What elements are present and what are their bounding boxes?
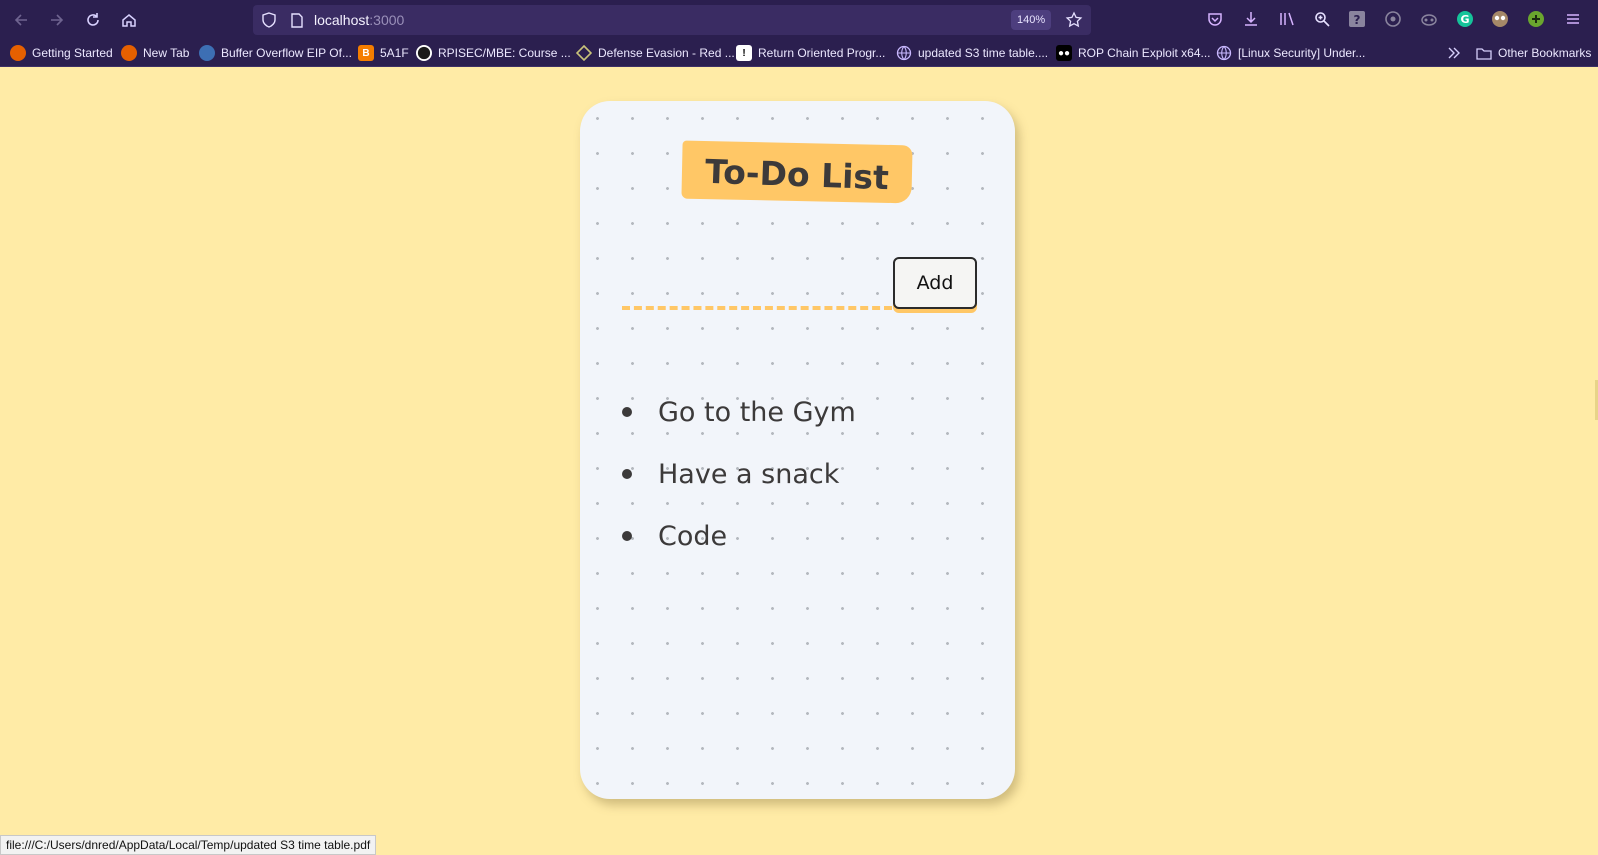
reload-icon[interactable] — [79, 6, 107, 34]
bookmark-label: [Linux Security] Under... — [1238, 46, 1366, 60]
menu-icon[interactable] — [1563, 9, 1583, 29]
bookmark-label: New Tab — [143, 46, 190, 60]
list-item[interactable]: Code — [620, 505, 980, 567]
bookmark-5a1f[interactable]: B 5A1F — [358, 43, 409, 63]
bookmark-buffer-overflow[interactable]: Buffer Overflow EIP Of... — [199, 43, 352, 63]
bookmark-updated-s3[interactable]: updated S3 time table.... — [896, 43, 1048, 63]
bookmark-label: Getting Started — [32, 46, 113, 60]
url-text[interactable]: localhost:3000 — [314, 11, 404, 29]
help-icon[interactable]: ? — [1347, 9, 1367, 29]
back-icon[interactable] — [7, 6, 35, 34]
bookmark-label: updated S3 time table.... — [918, 46, 1049, 60]
shield-icon[interactable] — [261, 12, 277, 28]
globe-icon — [1216, 45, 1232, 61]
todo-item-text: Have a snack — [658, 458, 840, 490]
folder-icon — [1476, 45, 1492, 61]
home-icon[interactable] — [115, 6, 143, 34]
forward-icon[interactable] — [43, 6, 71, 34]
url-bar[interactable]: localhost:3000 140% — [253, 5, 1091, 35]
bookmark-linux-security[interactable]: [Linux Security] Under... — [1216, 43, 1365, 63]
svg-text:?: ? — [1354, 13, 1361, 27]
other-bookmarks-label: Other Bookmarks — [1498, 46, 1592, 60]
bullet-icon — [622, 531, 632, 541]
extension-icon[interactable] — [1383, 9, 1403, 29]
bullet-icon — [622, 469, 632, 479]
list-item[interactable]: Have a snack — [620, 443, 980, 505]
todo-list: Go to the Gym Have a snack Code — [620, 381, 980, 567]
todo-item-text: Go to the Gym — [658, 396, 856, 428]
bookmark-label: Defense Evasion - Red ... — [598, 46, 735, 60]
bookmark-label: ROP Chain Exploit x64... — [1078, 46, 1211, 60]
bookmarks-bar: Getting Started New Tab Buffer Overflow … — [0, 39, 1598, 67]
bookmark-defense-evasion[interactable]: Defense Evasion - Red ... — [576, 43, 735, 63]
site-icon — [199, 45, 215, 61]
blogger-icon: B — [358, 45, 374, 61]
library-icon[interactable] — [1277, 9, 1297, 29]
svg-text:G: G — [1460, 13, 1469, 26]
globe-icon — [896, 45, 912, 61]
github-icon — [416, 45, 432, 61]
firefox-icon — [121, 45, 137, 61]
other-bookmarks[interactable]: Other Bookmarks — [1476, 43, 1591, 63]
page-icon — [291, 13, 303, 28]
extension-icon[interactable] — [1490, 9, 1510, 29]
page-title: To-Do List — [704, 151, 890, 197]
download-icon[interactable] — [1241, 9, 1261, 29]
firefox-icon — [10, 45, 26, 61]
bookmarks-overflow-chevron[interactable] — [1446, 43, 1462, 63]
extension-icon[interactable] — [1526, 9, 1546, 29]
zoom-icon[interactable] — [1312, 9, 1332, 29]
zoom-level-badge[interactable]: 140% — [1011, 10, 1052, 30]
status-bar: file:///C:/Users/dnred/AppData/Local/Tem… — [0, 835, 377, 855]
site-icon: ! — [736, 45, 752, 61]
todo-card: To-Do List Add Go to the Gym Have a snac… — [580, 101, 1015, 799]
bookmark-rop-chain[interactable]: ●● ROP Chain Exploit x64... — [1056, 43, 1211, 63]
chevron-double-right-icon — [1448, 47, 1460, 59]
extension-icon[interactable] — [1419, 9, 1439, 29]
add-button[interactable]: Add — [893, 257, 977, 309]
pocket-icon[interactable] — [1205, 9, 1225, 29]
bullet-icon — [622, 407, 632, 417]
url-port: :3000 — [369, 12, 405, 28]
todo-item-text: Code — [658, 520, 728, 552]
bookmark-label: RPISEC/MBE: Course ... — [438, 46, 571, 60]
bookmark-getting-started[interactable]: Getting Started — [10, 43, 113, 63]
bookmark-label: Buffer Overflow EIP Of... — [221, 46, 352, 60]
bookmark-label: Return Oriented Progr... — [758, 46, 886, 60]
site-icon — [576, 45, 592, 61]
bookmark-new-tab[interactable]: New Tab — [121, 43, 189, 63]
bookmark-rpisec[interactable]: RPISEC/MBE: Course ... — [416, 43, 571, 63]
bookmark-star-icon[interactable] — [1065, 11, 1083, 29]
bookmark-label: 5A1F — [380, 46, 409, 60]
medium-icon: ●● — [1056, 45, 1072, 61]
grammarly-icon[interactable]: G — [1455, 9, 1475, 29]
list-item[interactable]: Go to the Gym — [620, 381, 980, 443]
bookmark-return-oriented[interactable]: ! Return Oriented Progr... — [736, 43, 885, 63]
todo-input[interactable] — [622, 264, 892, 310]
url-host: localhost — [314, 12, 370, 28]
browser-toolbar: localhost:3000 140% ? G — [0, 0, 1598, 39]
